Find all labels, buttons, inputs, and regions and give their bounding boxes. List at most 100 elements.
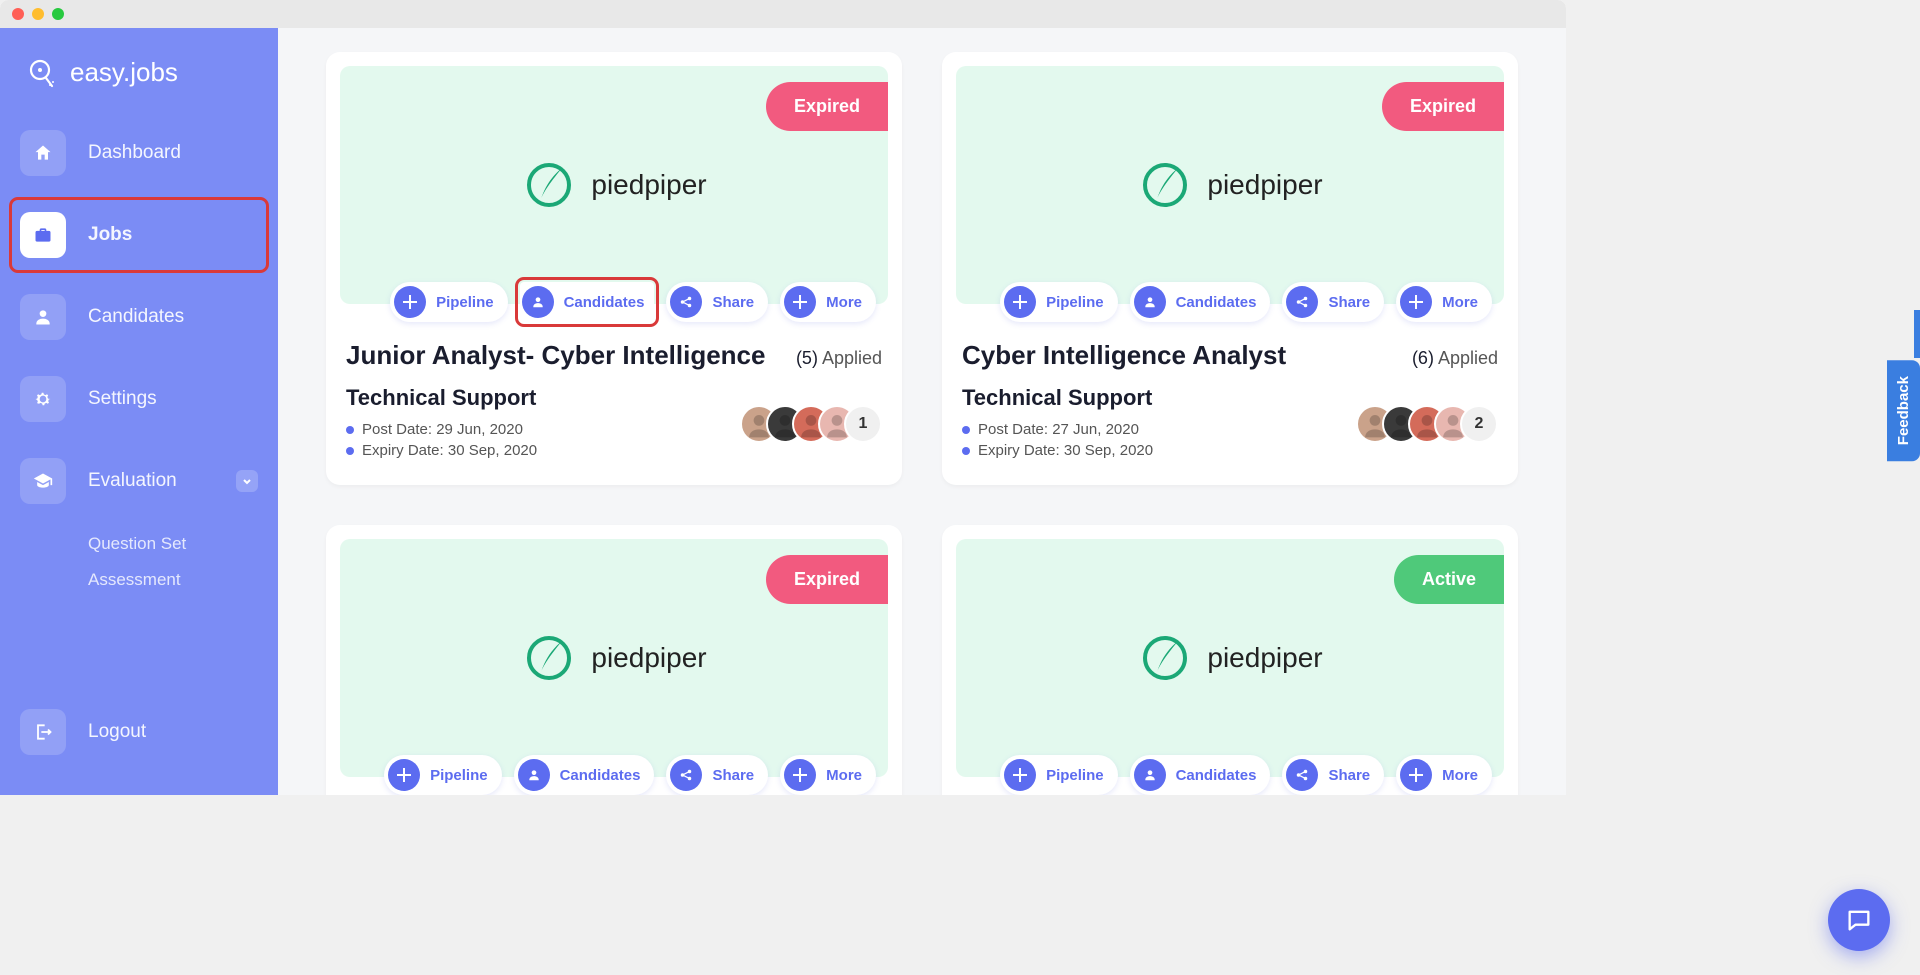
pipeline-button[interactable]: Pipeline <box>1000 755 1118 795</box>
job-card: Expired piedpiper Pipeline Candidates Sh… <box>942 52 1518 485</box>
sidebar-item-logout[interactable]: Logout <box>10 695 268 769</box>
status-badge: Expired <box>766 555 888 604</box>
plus-icon <box>1400 286 1432 318</box>
sidebar-subitem-assessment[interactable]: Assessment <box>88 562 268 598</box>
action-label: Share <box>1328 767 1370 784</box>
share-icon <box>1286 759 1318 791</box>
share-button[interactable]: Share <box>1282 755 1384 795</box>
candidates-button[interactable]: Candidates <box>520 282 655 322</box>
gear-icon <box>20 376 66 422</box>
action-label: More <box>826 294 862 311</box>
job-post-date: Post Date: 27 Jun, 2020 <box>962 421 1153 438</box>
user-icon <box>1134 286 1166 318</box>
candidates-button[interactable]: Candidates <box>514 755 655 795</box>
user-icon <box>20 294 66 340</box>
company-logo: piedpiper <box>1137 157 1322 213</box>
brand: easy.jobs <box>10 46 268 116</box>
plus-icon <box>1004 286 1036 318</box>
action-label: More <box>1442 294 1478 311</box>
applied-count: (5) Applied <box>796 348 882 369</box>
sidebar-item-candidates[interactable]: Candidates <box>10 280 268 354</box>
avatar-overflow-count: 2 <box>1460 405 1498 443</box>
action-label: Share <box>1328 294 1370 311</box>
feedback-strip <box>1914 310 1920 358</box>
chevron-down-icon <box>236 470 258 492</box>
status-badge: Active <box>1394 555 1504 604</box>
action-label: Pipeline <box>1046 767 1104 784</box>
more-button[interactable]: More <box>780 755 876 795</box>
avatar-stack: 2 <box>1356 405 1498 443</box>
status-badge: Expired <box>1382 82 1504 131</box>
share-button[interactable]: Share <box>666 755 768 795</box>
job-card: Expired piedpiper Pipeline Candidates Sh… <box>326 525 902 795</box>
job-title: Cyber Intelligence Analyst <box>962 340 1286 371</box>
sidebar-item-evaluation[interactable]: Evaluation <box>10 444 268 518</box>
candidates-button[interactable]: Candidates <box>1130 282 1271 322</box>
company-logo: piedpiper <box>521 630 706 686</box>
brand-name: easy.jobs <box>70 57 178 88</box>
job-post-date: Post Date: 29 Jun, 2020 <box>346 421 537 438</box>
action-label: Pipeline <box>430 767 488 784</box>
job-department: Technical Support <box>346 385 537 411</box>
home-icon <box>20 130 66 176</box>
sidebar-item-settings[interactable]: Settings <box>10 362 268 436</box>
action-label: Candidates <box>560 767 641 784</box>
graduation-cap-icon <box>20 458 66 504</box>
action-label: Share <box>712 294 754 311</box>
user-icon <box>1134 759 1166 791</box>
sidebar-item-dashboard[interactable]: Dashboard <box>10 116 268 190</box>
job-card: Expired piedpiper Pipeline Candidates Sh… <box>326 52 902 485</box>
chat-fab[interactable] <box>1828 889 1890 951</box>
user-icon <box>518 759 550 791</box>
sidebar: easy.jobs Dashboard Jobs Candidates <box>0 28 278 795</box>
candidates-button[interactable]: Candidates <box>1130 755 1271 795</box>
job-expiry-date: Expiry Date: 30 Sep, 2020 <box>962 442 1153 459</box>
pipeline-button[interactable]: Pipeline <box>384 755 502 795</box>
sidebar-item-jobs[interactable]: Jobs <box>10 198 268 272</box>
share-button[interactable]: Share <box>666 282 768 322</box>
company-name: piedpiper <box>591 642 706 674</box>
pipeline-button[interactable]: Pipeline <box>1000 282 1118 322</box>
more-button[interactable]: More <box>1396 282 1492 322</box>
pipeline-button[interactable]: Pipeline <box>390 282 508 322</box>
feedback-tab[interactable]: Feedback <box>1887 360 1920 461</box>
action-label: Candidates <box>564 294 645 311</box>
company-logo: piedpiper <box>521 157 706 213</box>
share-icon <box>670 286 702 318</box>
plus-icon <box>394 286 426 318</box>
company-name: piedpiper <box>591 169 706 201</box>
user-icon <box>522 286 554 318</box>
action-label: Pipeline <box>436 294 494 311</box>
avatar-stack: 1 <box>740 405 882 443</box>
status-badge: Expired <box>766 82 888 131</box>
applied-count: (6) Applied <box>1412 348 1498 369</box>
sidebar-subitem-question-set[interactable]: Question Set <box>88 526 268 562</box>
window-close-button[interactable] <box>12 8 24 20</box>
sidebar-item-label: Logout <box>88 721 146 743</box>
logout-icon <box>20 709 66 755</box>
plus-icon <box>388 759 420 791</box>
more-button[interactable]: More <box>1396 755 1492 795</box>
window-minimize-button[interactable] <box>32 8 44 20</box>
brand-icon <box>26 56 58 88</box>
share-icon <box>670 759 702 791</box>
company-name: piedpiper <box>1207 169 1322 201</box>
main-content: Expired piedpiper Pipeline Candidates Sh… <box>278 28 1566 795</box>
window-titlebar <box>0 0 1566 28</box>
plus-icon <box>1400 759 1432 791</box>
job-card-hero: Expired piedpiper <box>340 66 888 304</box>
job-card-hero: Active piedpiper <box>956 539 1504 777</box>
action-label: More <box>1442 767 1478 784</box>
more-button[interactable]: More <box>780 282 876 322</box>
job-card-hero: Expired piedpiper <box>340 539 888 777</box>
window-maximize-button[interactable] <box>52 8 64 20</box>
action-label: Candidates <box>1176 294 1257 311</box>
avatar-overflow-count: 1 <box>844 405 882 443</box>
plus-icon <box>784 759 816 791</box>
share-icon <box>1286 286 1318 318</box>
share-button[interactable]: Share <box>1282 282 1384 322</box>
briefcase-icon <box>20 212 66 258</box>
sidebar-item-label: Candidates <box>88 306 184 328</box>
action-label: More <box>826 767 862 784</box>
company-name: piedpiper <box>1207 642 1322 674</box>
